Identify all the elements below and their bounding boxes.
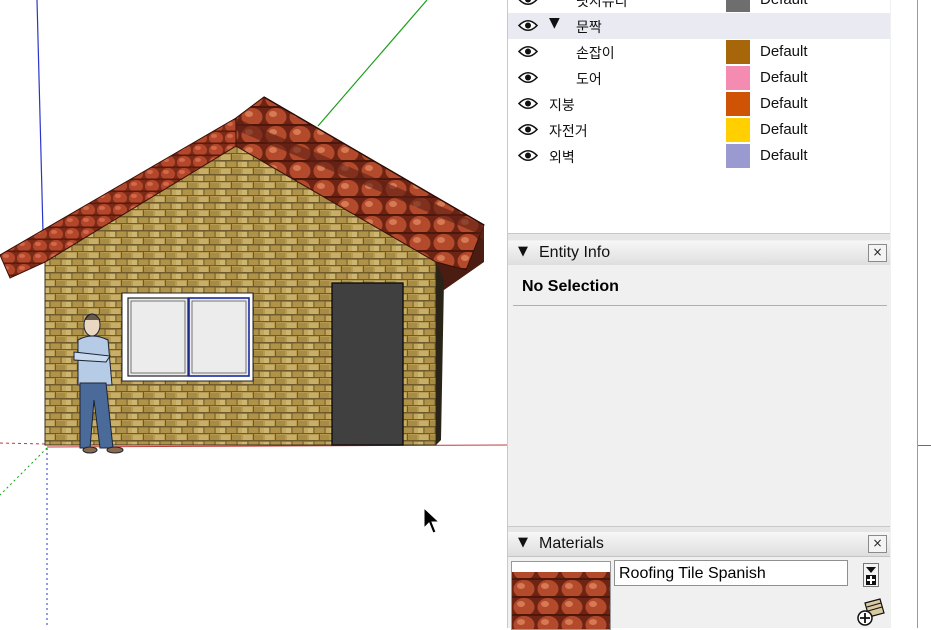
panel-title: Materials	[539, 535, 604, 552]
tag-row[interactable]: 핏지뮤디 Default	[508, 0, 890, 13]
tag-name: 도어	[576, 72, 602, 88]
tray-scroll-area[interactable]	[891, 0, 931, 628]
eye-visibility-icon[interactable]	[518, 45, 538, 58]
panel-title: Entity Info	[539, 244, 611, 261]
close-button[interactable]: ×	[868, 244, 887, 262]
material-name-field[interactable]: Roofing Tile Spanish	[614, 560, 848, 586]
create-material-icon[interactable]	[856, 597, 886, 627]
eye-visibility-icon[interactable]	[518, 123, 538, 136]
eye-visibility-icon[interactable]	[518, 71, 538, 84]
materials-header[interactable]: ▼ Materials ×	[508, 532, 890, 557]
tag-line-style[interactable]: Default	[760, 0, 808, 8]
tag-name: 지붕	[549, 98, 575, 114]
scrollbar-track[interactable]	[917, 0, 918, 628]
eye-visibility-icon[interactable]	[518, 0, 538, 6]
modeling-viewport[interactable]	[0, 0, 507, 628]
tag-color-swatch[interactable]	[726, 92, 750, 116]
door	[331, 282, 404, 446]
tag-row[interactable]: ▼ 문짝	[508, 13, 890, 39]
tag-line-style[interactable]: Default	[760, 121, 808, 138]
tag-line-style[interactable]: Default	[760, 69, 808, 86]
close-button[interactable]: ×	[868, 535, 887, 553]
panel-separator[interactable]	[508, 233, 890, 240]
tag-line-style[interactable]: Default	[760, 95, 808, 112]
tag-name: 문짝	[576, 20, 602, 36]
tag-name: 손잡이	[576, 46, 615, 62]
tag-color-swatch[interactable]	[726, 144, 750, 168]
arrow-cursor-icon	[423, 507, 441, 534]
tag-row[interactable]: 손잡이 Default	[508, 39, 890, 65]
red-axis-continuation	[918, 445, 931, 446]
tag-name: 외벽	[549, 150, 575, 166]
green-axis	[317, 0, 428, 127]
tag-row[interactable]: 자전거 Default	[508, 117, 890, 143]
blue-axis	[36, 0, 44, 233]
default-tray: 핏지뮤디 Default ▼ 문짝 손잡이 Default 도어 Default…	[507, 0, 892, 630]
selection-status: No Selection	[522, 278, 619, 295]
tag-row[interactable]: 지붕 Default	[508, 91, 890, 117]
tag-color-swatch[interactable]	[726, 66, 750, 90]
eye-visibility-icon[interactable]	[518, 149, 538, 162]
tags-list: 핏지뮤디 Default ▼ 문짝 손잡이 Default 도어 Default…	[508, 0, 890, 234]
materials-body: Roofing Tile Spanish	[508, 557, 890, 630]
divider	[513, 305, 887, 306]
expand-toggle-icon[interactable]: ▼	[549, 15, 560, 31]
entity-info-body: No Selection	[508, 265, 890, 531]
tag-row[interactable]: 외벽 Default	[508, 143, 890, 169]
tag-color-swatch[interactable]	[726, 118, 750, 142]
tag-line-style[interactable]: Default	[760, 147, 808, 164]
tag-name: 자전거	[549, 124, 588, 140]
tag-name: 핏지뮤디	[576, 0, 628, 10]
tag-line-style[interactable]: Default	[760, 43, 808, 60]
collapse-icon[interactable]: ▼	[518, 244, 528, 259]
tag-color-swatch[interactable]	[726, 40, 750, 64]
tag-row[interactable]: 도어 Default	[508, 65, 890, 91]
material-preview[interactable]	[511, 561, 611, 630]
details-menu-icon[interactable]	[863, 563, 879, 587]
tag-color-swatch[interactable]	[726, 0, 750, 12]
entity-info-header[interactable]: ▼ Entity Info ×	[508, 241, 890, 266]
eye-visibility-icon[interactable]	[518, 97, 538, 110]
eye-visibility-icon[interactable]	[518, 19, 538, 32]
collapse-icon[interactable]: ▼	[518, 535, 528, 550]
